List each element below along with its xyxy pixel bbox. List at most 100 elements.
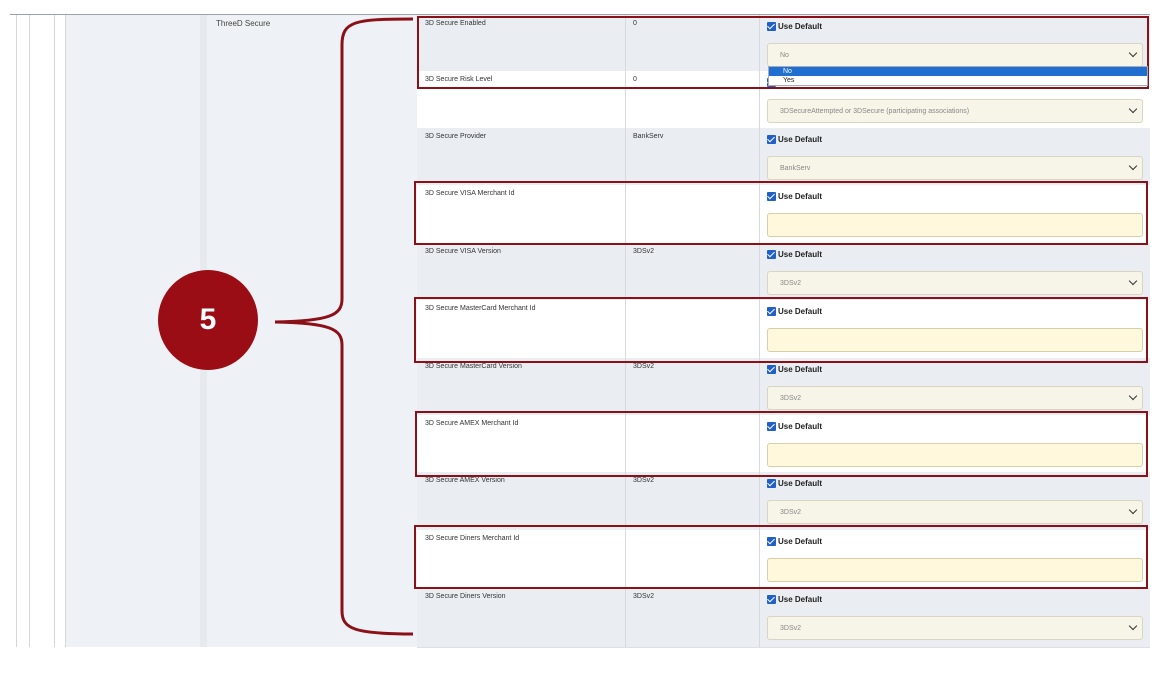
column-divider xyxy=(759,15,760,71)
use-default-toggle[interactable]: Use Default xyxy=(767,22,822,31)
checkbox-checked-icon[interactable] xyxy=(767,537,776,546)
checkbox-checked-icon[interactable] xyxy=(767,422,776,431)
select-value: 3DSv2 xyxy=(780,395,802,402)
table-row: 3D Secure AMEX Version 3DSv2 Use Default 3D… xyxy=(417,472,1150,531)
dropdown-option[interactable]: Yes xyxy=(769,76,1147,85)
checkbox-checked-icon[interactable] xyxy=(767,192,776,201)
setting-value: 3DSv2 xyxy=(633,477,655,484)
checkbox-checked-icon[interactable] xyxy=(767,135,776,144)
use-default-toggle[interactable]: Use Default xyxy=(767,537,822,546)
tree-line xyxy=(65,15,66,647)
table-row: 3D Secure VISA Version 3DSv2 Use Default 3D… xyxy=(417,243,1150,301)
column-divider xyxy=(759,185,760,243)
table-row: 3D Secure Provider BankServ Use Default Ban… xyxy=(417,128,1150,186)
use-default-label: Use Default xyxy=(778,422,823,431)
setting-value: 0 xyxy=(633,20,637,27)
group-label: ThreeD Secure xyxy=(216,19,271,28)
value-select[interactable]: 3DSecureAttempted or 3DSecure (participa… xyxy=(767,99,1143,123)
use-default-toggle[interactable]: Use Default xyxy=(767,307,822,316)
chevron-down-icon xyxy=(1128,505,1138,515)
table-row: 3D Secure MasterCard Version 3DSv2 Use Def… xyxy=(417,358,1150,416)
column-divider xyxy=(759,415,760,472)
table-row: 3D Secure VISA Merchant Id Use Default xyxy=(417,185,1150,244)
setting-name: 3D Secure MasterCard Version xyxy=(425,363,522,370)
setting-name: 3D Secure Enabled xyxy=(425,20,486,27)
setting-value: 3DSv2 xyxy=(633,363,655,370)
select-value: 3DSv2 xyxy=(780,509,802,516)
use-default-toggle[interactable]: Use Default xyxy=(767,135,822,144)
tree-line xyxy=(54,15,55,647)
value-input[interactable] xyxy=(767,558,1143,582)
use-default-label: Use Default xyxy=(778,365,823,374)
select-value: 3DSecureAttempted or 3DSecure (participa… xyxy=(780,108,970,115)
setting-name: 3D Secure MasterCard Merchant Id xyxy=(425,305,536,312)
value-input[interactable] xyxy=(767,328,1143,352)
column-divider xyxy=(625,128,626,185)
checkbox-checked-icon[interactable] xyxy=(767,365,776,374)
use-default-label: Use Default xyxy=(778,250,823,259)
use-default-toggle[interactable]: Use Default xyxy=(767,595,822,604)
column-divider xyxy=(625,358,626,415)
value-select[interactable]: 3DSv2 xyxy=(767,616,1143,640)
setting-name: 3D Secure VISA Merchant Id xyxy=(425,190,515,197)
value-select[interactable]: No xyxy=(767,43,1143,67)
column-divider xyxy=(625,415,626,472)
value-select[interactable]: 3DSv2 xyxy=(767,271,1143,295)
setting-value: 3DSv2 xyxy=(633,593,655,600)
table-row: 3D Secure Diners Merchant Id Use Default xyxy=(417,530,1150,589)
use-default-label: Use Default xyxy=(778,135,823,144)
use-default-toggle[interactable]: Use Default xyxy=(767,422,822,431)
setting-value: BankServ xyxy=(633,133,664,140)
value-select[interactable]: BankServ xyxy=(767,156,1143,180)
checkbox-checked-icon[interactable] xyxy=(767,250,776,259)
table-row: 3D Secure MasterCard Merchant Id Use Defa… xyxy=(417,300,1150,359)
value-input[interactable] xyxy=(767,213,1143,237)
column-divider xyxy=(625,243,626,300)
column-divider xyxy=(759,71,760,128)
column-divider xyxy=(625,530,626,588)
tree-line xyxy=(29,15,30,647)
chevron-down-icon xyxy=(1128,276,1138,286)
column-divider xyxy=(759,358,760,415)
brace-icon xyxy=(274,17,414,636)
chevron-down-icon xyxy=(1128,391,1138,401)
setting-name: 3D Secure AMEX Merchant Id xyxy=(425,420,519,427)
setting-name: 3D Secure Provider xyxy=(425,133,487,140)
chevron-down-icon xyxy=(1128,104,1138,114)
checkbox-checked-icon[interactable] xyxy=(767,22,776,31)
use-default-label: Use Default xyxy=(778,595,823,604)
tree-line xyxy=(16,15,17,647)
column-divider xyxy=(759,300,760,358)
chevron-down-icon xyxy=(1128,621,1138,631)
checkbox-checked-icon[interactable] xyxy=(767,307,776,316)
use-default-toggle[interactable]: Use Default xyxy=(767,479,822,488)
use-default-label: Use Default xyxy=(778,22,823,31)
select-value: 3DSv2 xyxy=(780,625,802,632)
checkbox-checked-icon[interactable] xyxy=(767,595,776,604)
use-default-label: Use Default xyxy=(778,537,823,546)
enabled-dropdown-list[interactable]: No Yes xyxy=(768,66,1148,86)
table-row: 3D Secure Diners Version 3DSv2 Use Default… xyxy=(417,588,1150,648)
table-row: 3D Secure Enabled 0 Use Default No xyxy=(417,15,1150,72)
checkbox-checked-icon[interactable] xyxy=(767,479,776,488)
column-divider xyxy=(625,588,626,647)
use-default-label: Use Default xyxy=(778,192,823,201)
column-divider xyxy=(625,15,626,71)
setting-name: 3D Secure Risk Level xyxy=(425,76,493,83)
chevron-down-icon xyxy=(1128,161,1138,171)
setting-name: 3D Secure VISA Version xyxy=(425,248,501,255)
callout-badge: 5 xyxy=(158,270,258,370)
use-default-toggle[interactable]: Use Default xyxy=(767,192,822,201)
column-divider xyxy=(625,71,626,128)
setting-value: 3DSv2 xyxy=(633,248,655,255)
value-input[interactable] xyxy=(767,443,1143,467)
column-divider xyxy=(759,472,760,530)
column-divider xyxy=(759,128,760,185)
dropdown-option[interactable]: No xyxy=(769,67,1147,76)
use-default-toggle[interactable]: Use Default xyxy=(767,365,822,374)
column-divider xyxy=(625,185,626,243)
use-default-toggle[interactable]: Use Default xyxy=(767,250,822,259)
table-row: 3D Secure AMEX Merchant Id Use Default xyxy=(417,415,1150,473)
value-select[interactable]: 3DSv2 xyxy=(767,500,1143,524)
value-select[interactable]: 3DSv2 xyxy=(767,386,1143,410)
